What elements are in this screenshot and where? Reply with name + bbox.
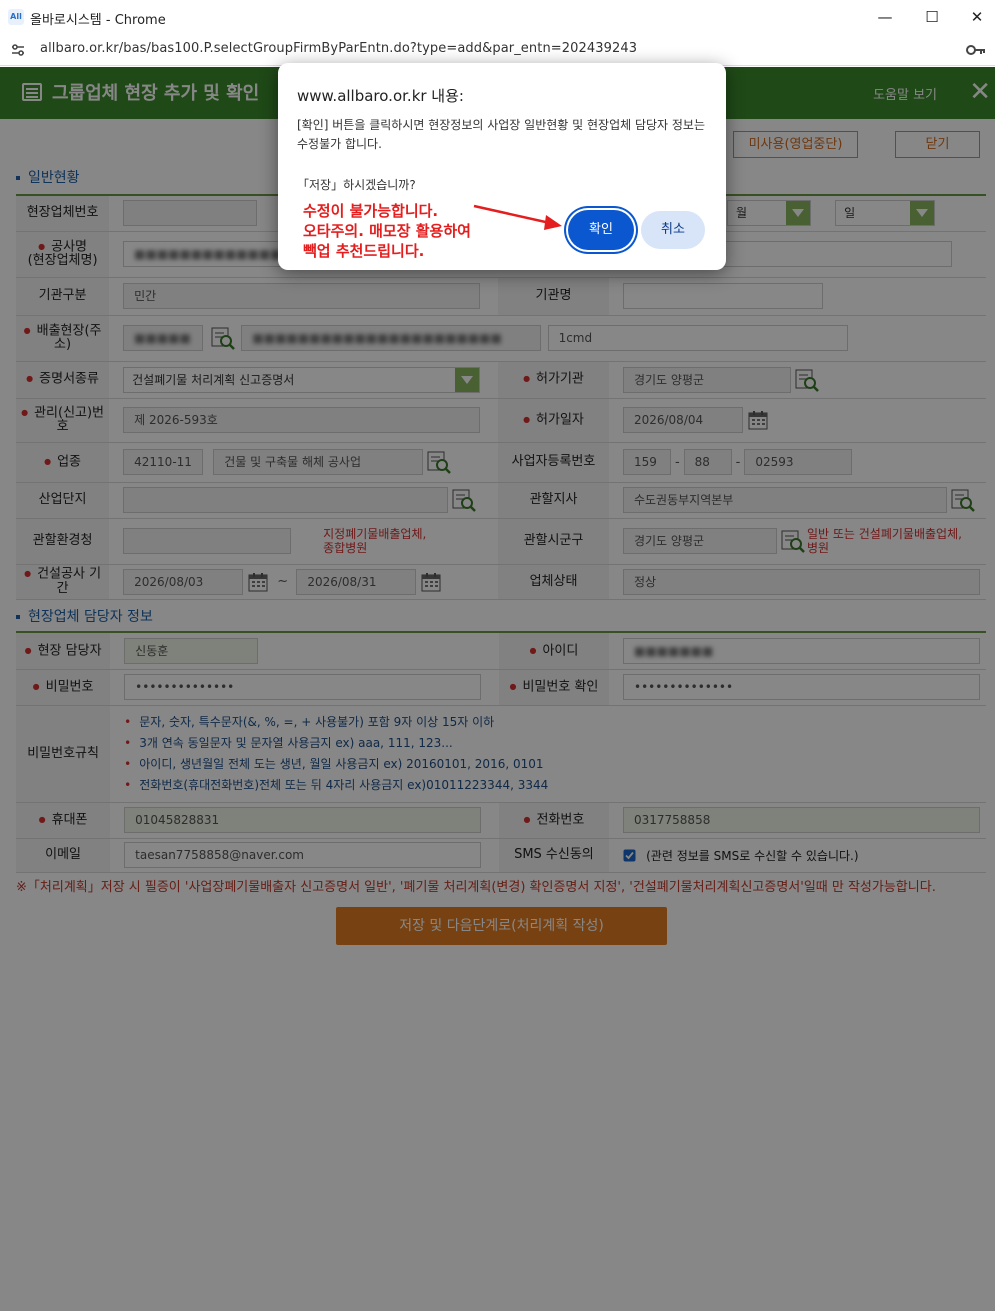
browser-window: All 올바로시스템 - Chrome — ☐ ✕ allbaro.or.kr/… [0, 0, 995, 1311]
title-bar: All 올바로시스템 - Chrome — ☐ ✕ [0, 0, 995, 34]
address-bar: allbaro.or.kr/bas/bas100.P.selectGroupFi… [0, 34, 995, 66]
window-title: 올바로시스템 - Chrome [30, 13, 166, 28]
annotation-line: 수정이 불가능합니다. [303, 202, 439, 220]
maximize-button[interactable]: ☐ [917, 6, 947, 28]
dialog-message: [확인] 버튼을 클릭하시면 현장정보의 사업장 일반현황 및 현장업체 담당자… [297, 118, 706, 151]
site-info-icon[interactable] [10, 42, 26, 58]
key-icon[interactable] [966, 43, 986, 57]
window-close-button[interactable]: ✕ [962, 6, 992, 28]
allbaro-app-icon: All [8, 9, 24, 25]
ok-button[interactable]: 확인 [568, 210, 634, 250]
annotation-line: 빽업 추천드립니다. [303, 242, 425, 260]
url-text[interactable]: allbaro.or.kr/bas/bas100.P.selectGroupFi… [40, 41, 637, 56]
minimize-button[interactable]: — [870, 6, 900, 28]
dialog-title: www.allbaro.or.kr 내용: [297, 87, 464, 105]
dialog-question: 「저장」하시겠습니까? [297, 178, 416, 192]
annotation-line: 오타주의. 매모장 활용하여 [303, 222, 471, 240]
arrow-icon [473, 204, 562, 230]
warning-annotation: 수정이 불가능합니다. 오타주의. 매모장 활용하여 빽업 추천드립니다. [303, 201, 471, 261]
cancel-button[interactable]: 취소 [641, 211, 705, 249]
